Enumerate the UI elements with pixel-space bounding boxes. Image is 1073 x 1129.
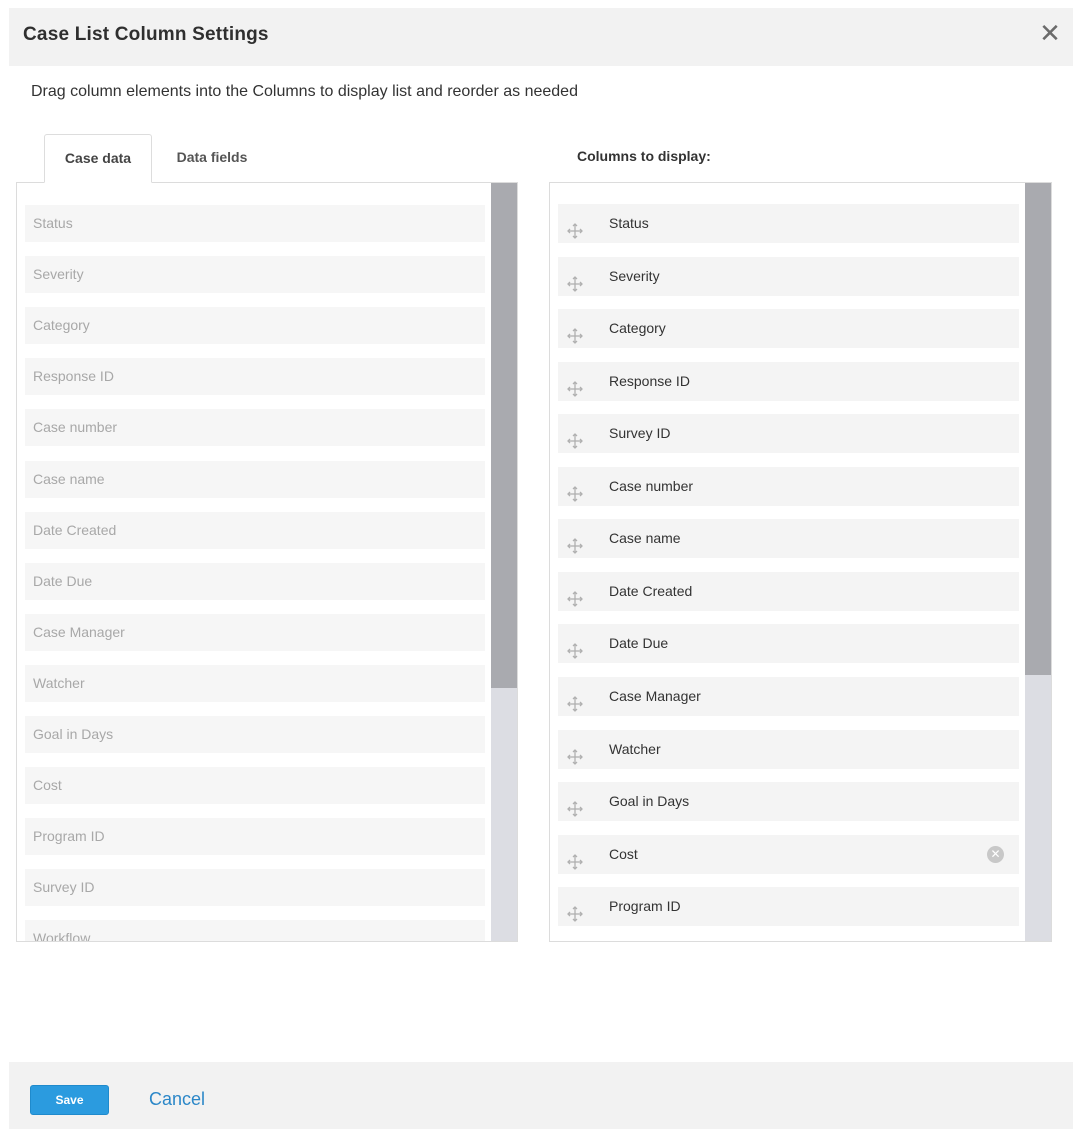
tab-data-fields[interactable]: Data fields: [159, 134, 265, 182]
available-column-item[interactable]: Case name: [25, 460, 485, 498]
available-column-item[interactable]: Case Manager: [25, 613, 485, 651]
available-scrollbar-thumb[interactable]: [491, 183, 517, 688]
selected-column-item[interactable]: Case Manager: [558, 676, 1019, 716]
available-column-item[interactable]: Survey ID: [25, 869, 485, 907]
move-icon[interactable]: [567, 425, 583, 450]
selected-column-label: Severity: [609, 267, 660, 284]
available-columns-panel: Status Severity Category Response ID Case nu…: [16, 182, 518, 942]
available-column-item[interactable]: Program ID: [25, 818, 485, 856]
available-column-item[interactable]: Case number: [25, 409, 485, 447]
selected-scrollbar-thumb[interactable]: [1025, 183, 1051, 675]
move-icon[interactable]: [567, 373, 583, 397]
move-icon[interactable]: [567, 898, 583, 923]
selected-scrollbar[interactable]: [1025, 183, 1051, 941]
dialog-title: Case List Column Settings: [23, 24, 269, 45]
selected-column-label: Program ID: [609, 898, 681, 915]
move-icon[interactable]: [567, 320, 583, 345]
dialog-footer: Save Cancel: [9, 1062, 1073, 1129]
selected-column-label: Cost: [609, 845, 638, 862]
selected-column-label: Case name: [609, 530, 681, 547]
selected-column-item[interactable]: Program ID: [558, 887, 1019, 927]
columns-to-display-heading: Columns to display:: [577, 148, 711, 164]
move-icon[interactable]: [567, 478, 583, 502]
save-button[interactable]: Save: [30, 1085, 109, 1115]
selected-column-label: Goal in Days: [609, 793, 690, 810]
available-column-item[interactable]: Workflow: [25, 920, 485, 941]
selected-column-label: Survey ID: [609, 425, 671, 442]
available-column-item[interactable]: Goal in Days: [25, 716, 485, 753]
selected-column-label: Date Due: [609, 635, 669, 652]
selected-column-item[interactable]: Watcher: [558, 729, 1019, 769]
cancel-link[interactable]: Cancel: [149, 1089, 205, 1110]
selected-column-item[interactable]: Cost ✕: [558, 834, 1019, 874]
selected-column-label: Category: [609, 320, 666, 337]
selected-column-item[interactable]: Category: [558, 309, 1019, 349]
selected-column-item[interactable]: Case name: [558, 519, 1019, 559]
move-icon[interactable]: [567, 846, 583, 870]
available-column-item[interactable]: Category: [25, 307, 485, 345]
selected-column-label: Case Manager: [609, 687, 701, 704]
move-icon[interactable]: [567, 215, 583, 239]
close-icon[interactable]: ✕: [1039, 20, 1061, 46]
selected-column-item[interactable]: Severity: [558, 256, 1019, 296]
selected-column-item[interactable]: Response ID: [558, 361, 1019, 401]
available-column-item[interactable]: Watcher: [25, 664, 485, 702]
selected-column-item[interactable]: Date Due: [558, 624, 1019, 664]
move-icon[interactable]: [567, 688, 583, 712]
move-icon[interactable]: [567, 793, 583, 817]
available-column-item[interactable]: Date Created: [25, 511, 485, 549]
move-icon[interactable]: [567, 635, 583, 660]
available-column-item[interactable]: Status: [25, 205, 485, 242]
selected-column-label: Case number: [609, 477, 694, 494]
selected-column-label: Watcher: [609, 740, 661, 757]
selected-column-label: Date Created: [609, 582, 693, 599]
selected-columns-panel: Status Severity Category Response ID Survey …: [549, 182, 1052, 942]
tab-case-data[interactable]: Case data: [44, 134, 152, 183]
selected-column-label: Response ID: [609, 372, 690, 389]
move-icon[interactable]: [567, 268, 583, 292]
selected-column-item[interactable]: Status: [558, 204, 1019, 243]
selected-column-item[interactable]: Survey ID: [558, 414, 1019, 454]
remove-icon[interactable]: ✕: [987, 845, 1004, 863]
available-column-item[interactable]: Response ID: [25, 358, 485, 396]
selected-column-item[interactable]: Date Created: [558, 571, 1019, 611]
selected-column-label: Status: [609, 215, 649, 231]
available-column-item[interactable]: Cost: [25, 767, 485, 805]
move-icon[interactable]: [567, 583, 583, 607]
available-column-item[interactable]: Severity: [25, 256, 485, 294]
available-scrollbar[interactable]: [491, 183, 517, 941]
available-column-item[interactable]: Date Due: [25, 562, 485, 600]
dialog-header: Case List Column Settings ✕: [9, 8, 1073, 66]
selected-column-item[interactable]: Case number: [558, 466, 1019, 506]
instructions-text: Drag column elements into the Columns to…: [31, 83, 578, 100]
move-icon[interactable]: [567, 741, 583, 765]
move-icon[interactable]: [567, 530, 583, 555]
selected-column-item[interactable]: Goal in Days: [558, 782, 1019, 822]
